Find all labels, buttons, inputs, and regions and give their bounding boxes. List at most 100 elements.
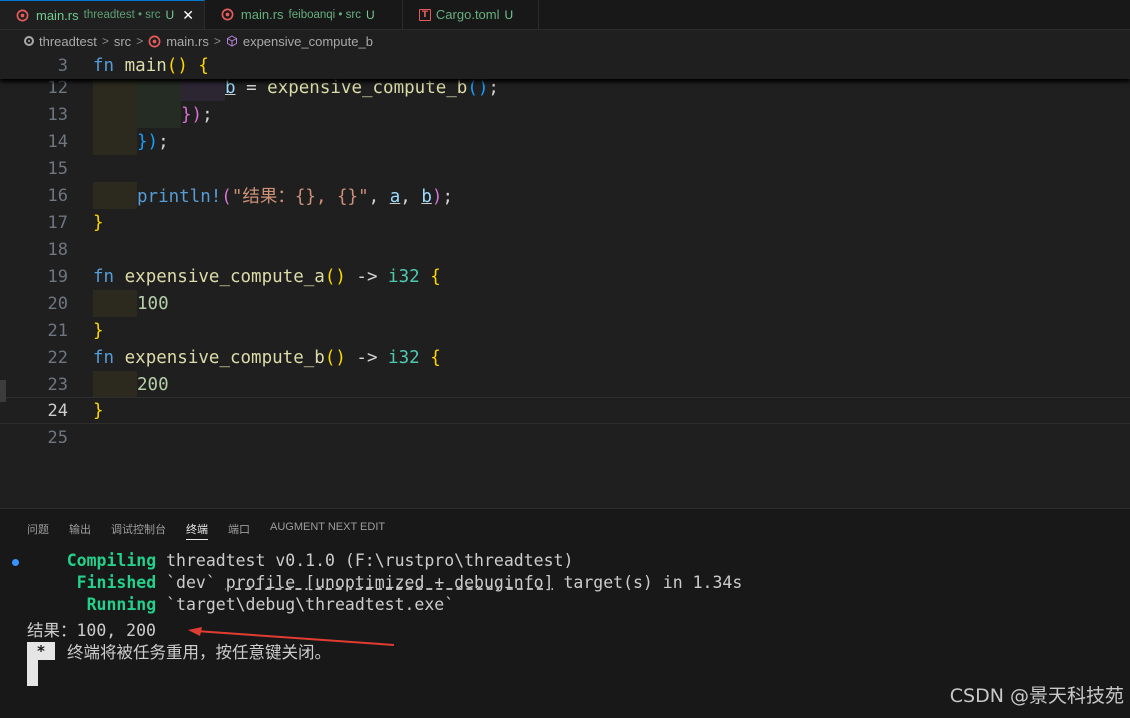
cargo-status-label: Finished [76,573,157,592]
panel-tabs: 问题 输出 调试控制台 终端 端口 AUGMENT NEXT EDIT [27,521,405,540]
close-icon[interactable]: ✕ [182,7,194,24]
code-text: }); [137,131,169,152]
terminal-line-output: 结果：100, 200 [27,621,156,640]
line-number: 17 [47,212,68,233]
code-line-13[interactable]: 13 }); [0,101,1130,128]
code-line-16[interactable]: 16 println!("结果：{}, {}", a, b); [0,182,1130,209]
cargo-status-label: Compiling [66,551,157,570]
line-number: 24 [47,400,68,421]
terminal-link[interactable]: profile [unoptimized + debuginfo] [226,573,554,592]
tab-filename: Cargo.toml [435,7,500,22]
line-number: 23 [47,374,68,395]
tab-filename: main.rs [36,7,79,23]
code-line-18[interactable]: 18 [0,236,1130,263]
breadcrumb-label: src [113,33,132,49]
function-cube-icon [226,35,237,47]
line-number: 13 [47,104,68,125]
tab-problems[interactable]: 问题 [27,521,49,539]
terminal-text: target(s) in 1.34s [553,573,743,592]
code-line-21[interactable]: 21 } [0,317,1130,344]
breadcrumb-separator: > [213,34,221,48]
code-line-14[interactable]: 14 }); [0,128,1130,155]
code-text: 100 [137,293,169,314]
code-line-25[interactable]: 25 [0,424,1130,451]
line-number: 16 [47,185,68,206]
line-number: 12 [47,77,68,98]
tab-cargo-toml[interactable]: T Cargo.toml U [403,0,539,29]
code-text: b = expensive_compute_b(); [225,77,499,98]
code-line-17[interactable]: 17 } [0,209,1130,236]
editor-tab-bar: main.rs threadtest • src U ✕ main.rs fei… [0,0,1130,30]
tab-ports[interactable]: 端口 [228,521,250,539]
code-line-20[interactable]: 20 100 [0,290,1130,317]
indent-guide [93,128,137,155]
rust-file-icon [148,35,161,47]
code-line-24[interactable]: 24 } [0,397,1130,424]
command-decoration-icon[interactable] [12,559,19,566]
breadcrumb-label: main.rs [166,33,209,49]
terminal-cursor-mark: * [27,642,55,660]
code-text: } [93,212,104,233]
indent-guide [93,371,137,398]
code-line-22[interactable]: 22 fn expensive_compute_b() -> i32 { [0,344,1130,371]
code-text: } [93,400,104,421]
line-number: 19 [47,266,68,287]
breadcrumb: threadtest > src > main.rs > expensive_c… [0,30,1130,52]
tab-git-status: U [365,7,375,22]
line-number: 22 [47,347,68,368]
annotation-arrow [188,627,395,646]
breadcrumb-item-src[interactable]: src [114,34,131,49]
line-number: 18 [47,239,68,260]
indent-guide [93,290,137,317]
indent-guide [93,182,137,209]
toml-file-icon: T [418,8,431,21]
code-editor[interactable]: 3 fn main() { 12 b = expensive_compute_b… [0,52,1130,508]
tab-augment-next-edit[interactable]: AUGMENT NEXT EDIT [270,521,385,539]
code-text: }); [181,104,213,125]
folder-circle-icon [24,36,34,46]
terminal-text: `target\debug\threadtest.exe` [156,595,455,614]
code-text: fn expensive_compute_a() -> i32 { [93,266,441,287]
indent-guide [137,101,181,128]
breadcrumb-separator: > [136,34,144,48]
breadcrumb-label: expensive_compute_b [242,33,373,49]
line-number: 21 [47,320,68,341]
code-line: fn main() { [93,55,209,76]
tab-terminal[interactable]: 终端 [186,521,208,540]
breadcrumb-separator: > [101,34,109,48]
code-text: } [93,320,104,341]
tab-main-rs-feiboanqi[interactable]: main.rs feiboanqi • src U [205,0,403,29]
tab-filename: main.rs [240,7,284,22]
code-line-19[interactable]: 19 fn expensive_compute_a() -> i32 { [0,263,1130,290]
tab-main-rs-threadtest[interactable]: main.rs threadtest • src U ✕ [0,0,205,29]
breadcrumb-item-main-rs[interactable]: main.rs [148,34,209,49]
code-line-23[interactable]: 23 200 [0,371,1130,398]
terminal-line-compiling: Compiling threadtest v0.1.0 (F:\rustpro\… [27,551,574,573]
tab-output[interactable]: 输出 [69,521,91,539]
tab-git-status: U [165,8,175,22]
terminal-text: `dev` [156,573,226,592]
rust-file-icon [221,8,234,21]
line-number: 3 [57,55,68,76]
code-text: 200 [137,374,169,395]
breadcrumb-item-function[interactable]: expensive_compute_b [226,34,373,49]
tab-debug-console[interactable]: 调试控制台 [111,521,166,539]
line-number: 14 [47,131,68,152]
breadcrumb-label: threadtest [39,33,97,49]
terminal-line-finished: Finished `dev` profile [unoptimized + de… [27,573,743,595]
code-text: fn expensive_compute_b() -> i32 { [93,347,441,368]
line-number: 20 [47,293,68,314]
sticky-scroll-header[interactable]: 3 fn main() { [0,52,1130,79]
cargo-status-label: Running [86,595,157,614]
terminal-line-running: Running `target\debug\threadtest.exe` [27,595,455,617]
line-number: 15 [47,158,68,179]
breadcrumb-item-threadtest[interactable]: threadtest [24,34,97,49]
code-text: println!("结果：{}, {}", a, b); [137,187,453,207]
terminal-text: threadtest v0.1.0 (F:\rustpro\threadtest… [156,551,574,570]
indent-guide [93,101,137,128]
tab-git-status: U [504,7,514,22]
code-line-15[interactable]: 15 [0,155,1130,182]
scrollbar-thumb[interactable] [0,380,6,402]
watermark: CSDN @景天科技苑 [949,685,1124,707]
tab-path: feiboanqi • src [288,8,361,21]
